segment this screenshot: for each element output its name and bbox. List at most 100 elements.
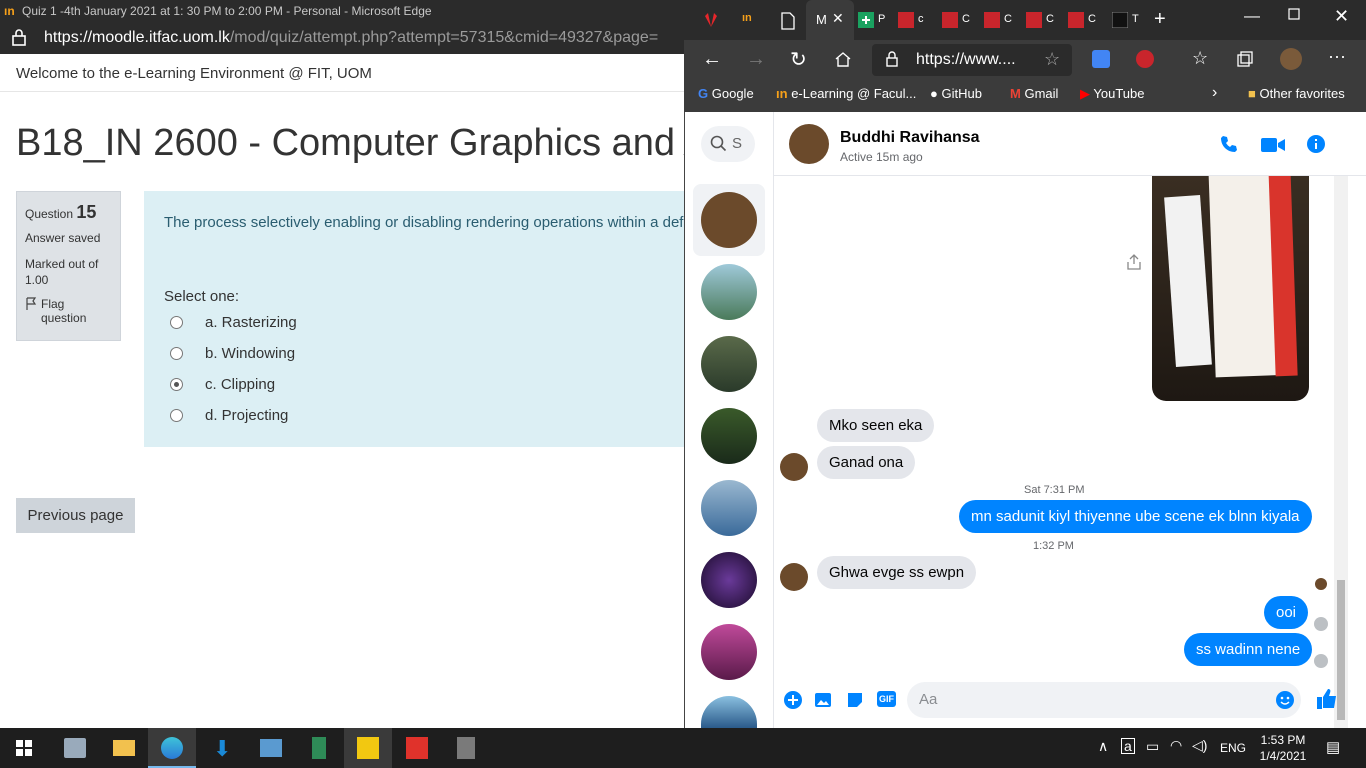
address-text[interactable]: https://www.... bbox=[916, 51, 1016, 69]
video-call-icon[interactable] bbox=[1260, 136, 1286, 154]
favorite-star-icon[interactable]: ☆ bbox=[1044, 49, 1060, 70]
start-button[interactable] bbox=[0, 728, 48, 768]
file-explorer-icon[interactable] bbox=[99, 728, 147, 768]
avatar-contact-8[interactable] bbox=[701, 696, 757, 728]
avatar-group-1[interactable] bbox=[701, 408, 757, 464]
tab-generic[interactable]: T bbox=[1112, 12, 1142, 30]
photos-app-icon[interactable] bbox=[50, 728, 98, 768]
powerbi-app-icon[interactable] bbox=[344, 728, 392, 768]
translate-extension-icon[interactable] bbox=[1092, 50, 1110, 68]
wifi-icon[interactable]: ◠ bbox=[1170, 737, 1182, 754]
chevron-up-icon[interactable]: ∧ bbox=[1098, 738, 1108, 755]
huawei-tab-icon[interactable] bbox=[702, 12, 720, 30]
downloads-icon[interactable]: ⬇ bbox=[197, 728, 245, 768]
search-box[interactable]: S bbox=[701, 126, 755, 162]
profile-avatar[interactable] bbox=[1280, 48, 1302, 70]
image-app-icon[interactable] bbox=[246, 728, 294, 768]
ublock-extension-icon[interactable] bbox=[1136, 50, 1154, 68]
url-text[interactable]: https://moodle.itfac.uom.lk/mod/quiz/att… bbox=[44, 29, 658, 47]
more-menu-icon[interactable]: ··· bbox=[1328, 46, 1346, 67]
bookmark-google[interactable]: G Google bbox=[698, 86, 754, 101]
tab-sheets[interactable]: P bbox=[858, 12, 888, 30]
clock[interactable]: 1:53 PM 1/4/2021 bbox=[1258, 732, 1308, 764]
add-icon[interactable] bbox=[784, 691, 802, 709]
tab-pdf-3[interactable]: C bbox=[984, 12, 1014, 30]
radio-c[interactable] bbox=[170, 378, 183, 391]
previous-page-button[interactable]: Previous page bbox=[16, 498, 135, 533]
avatar-contact-2[interactable] bbox=[701, 264, 757, 320]
home-icon[interactable] bbox=[834, 50, 852, 68]
address-bar[interactable]: https://www.... ☆ bbox=[872, 44, 1072, 76]
avatar-contact-5[interactable] bbox=[701, 480, 757, 536]
conversation-sidebar: S bbox=[685, 112, 774, 728]
bookmark-github[interactable]: ● GitHub bbox=[930, 86, 982, 101]
collections-icon[interactable] bbox=[1236, 50, 1254, 68]
avatar-contact-3[interactable] bbox=[701, 336, 757, 392]
tab-messenger-active[interactable]: M ✕ bbox=[806, 0, 854, 40]
favorites-icon[interactable]: ☆ bbox=[1192, 48, 1208, 69]
edge-taskbar-icon[interactable] bbox=[148, 728, 196, 768]
anydesk-icon[interactable] bbox=[393, 728, 441, 768]
share-icon[interactable] bbox=[1127, 254, 1141, 270]
message-out-3[interactable]: ss wadinn nene bbox=[1184, 633, 1313, 666]
delivered-check-icon bbox=[1314, 654, 1328, 668]
bookmark-youtube[interactable]: ▶ YouTube bbox=[1080, 86, 1144, 102]
radio-b[interactable] bbox=[170, 347, 183, 360]
left-address-bar[interactable]: https://moodle.itfac.uom.lk/mod/quiz/att… bbox=[0, 22, 684, 54]
message-in-3[interactable]: Ghwa evge ss ewpn bbox=[817, 556, 977, 589]
avatar-contact-7[interactable] bbox=[701, 624, 757, 680]
left-window-title-bar: ın Quiz 1 -4th January 2021 at 1: 30 PM … bbox=[0, 0, 684, 22]
notifications-icon[interactable]: ▤ bbox=[1326, 738, 1340, 756]
chat-header: Buddhi Ravihansa Active 15m ago bbox=[774, 112, 1366, 176]
chevron-right-icon[interactable]: › bbox=[1212, 84, 1217, 102]
refresh-icon[interactable]: ↻ bbox=[790, 47, 807, 72]
shared-photo[interactable] bbox=[1152, 176, 1309, 401]
emoji-icon[interactable] bbox=[1276, 691, 1294, 709]
back-arrow-icon[interactable]: ← bbox=[702, 48, 722, 71]
gif-icon[interactable]: GIF bbox=[877, 691, 896, 707]
message-in-2[interactable]: Ganad ona bbox=[817, 446, 916, 479]
question-label: Question bbox=[25, 207, 74, 221]
sender-avatar bbox=[780, 563, 808, 591]
volume-icon[interactable]: ◁) bbox=[1192, 737, 1207, 754]
phone-call-icon[interactable] bbox=[1219, 134, 1239, 154]
avatar-brigade-group[interactable] bbox=[701, 552, 757, 608]
battery-icon[interactable]: ▭ bbox=[1146, 738, 1159, 755]
close-window-button[interactable]: ✕ bbox=[1334, 6, 1352, 26]
info-icon[interactable] bbox=[1307, 135, 1325, 153]
bookmark-other-favorites[interactable]: ■ Other favorites bbox=[1248, 86, 1345, 101]
bookmark-gmail[interactable]: M Gmail bbox=[1010, 86, 1058, 101]
tab-pdf-5[interactable]: C bbox=[1068, 12, 1098, 30]
message-input[interactable]: Aa bbox=[907, 682, 1301, 718]
course-title: B18_IN 2600 - Computer Graphics and Anim… bbox=[16, 122, 684, 164]
message-out-1[interactable]: mn sadunit kiyl thiyenne ube scene ek bl… bbox=[959, 500, 1312, 533]
bookmark-elearning[interactable]: ın e-Learning @ Facul... bbox=[776, 86, 916, 101]
radio-a[interactable] bbox=[170, 316, 183, 329]
avatar-buddhi[interactable] bbox=[701, 192, 757, 248]
thumbs-up-icon[interactable] bbox=[1316, 688, 1338, 710]
tab-pdf-1[interactable]: c bbox=[898, 12, 928, 30]
close-tab-icon[interactable]: ✕ bbox=[832, 10, 844, 27]
message-in-1[interactable]: Mko seen eka bbox=[817, 409, 935, 442]
contact-avatar[interactable] bbox=[789, 124, 829, 164]
scrollbar-track[interactable] bbox=[1334, 176, 1348, 728]
text-input-icon[interactable]: a bbox=[1121, 738, 1135, 754]
forward-arrow-icon[interactable]: → bbox=[746, 48, 766, 71]
contact-name[interactable]: Buddhi Ravihansa bbox=[840, 129, 980, 147]
message-out-2[interactable]: ooi bbox=[1264, 596, 1309, 629]
new-tab-button[interactable]: + bbox=[1154, 8, 1172, 30]
sticker-icon[interactable] bbox=[846, 691, 864, 709]
calculator-icon[interactable] bbox=[442, 728, 490, 768]
moodle-tab-icon[interactable]: ın bbox=[742, 12, 760, 30]
page-tab-icon[interactable] bbox=[780, 12, 798, 30]
maximize-button[interactable] bbox=[1288, 8, 1306, 26]
radio-d[interactable] bbox=[170, 409, 183, 422]
flag-question-link[interactable]: Flag question bbox=[25, 297, 112, 325]
minimize-button[interactable]: — bbox=[1244, 8, 1262, 26]
notebook-app-icon[interactable] bbox=[295, 728, 343, 768]
tab-pdf-2[interactable]: C bbox=[942, 12, 972, 30]
tab-pdf-4[interactable]: C bbox=[1026, 12, 1056, 30]
windows-taskbar: ⬇ ∧ a ▭ ◠ ◁) ENG 1:53 PM 1/4/2021 ▤ bbox=[0, 728, 1366, 768]
photo-icon[interactable] bbox=[814, 691, 832, 709]
language-indicator[interactable]: ENG bbox=[1220, 741, 1246, 755]
